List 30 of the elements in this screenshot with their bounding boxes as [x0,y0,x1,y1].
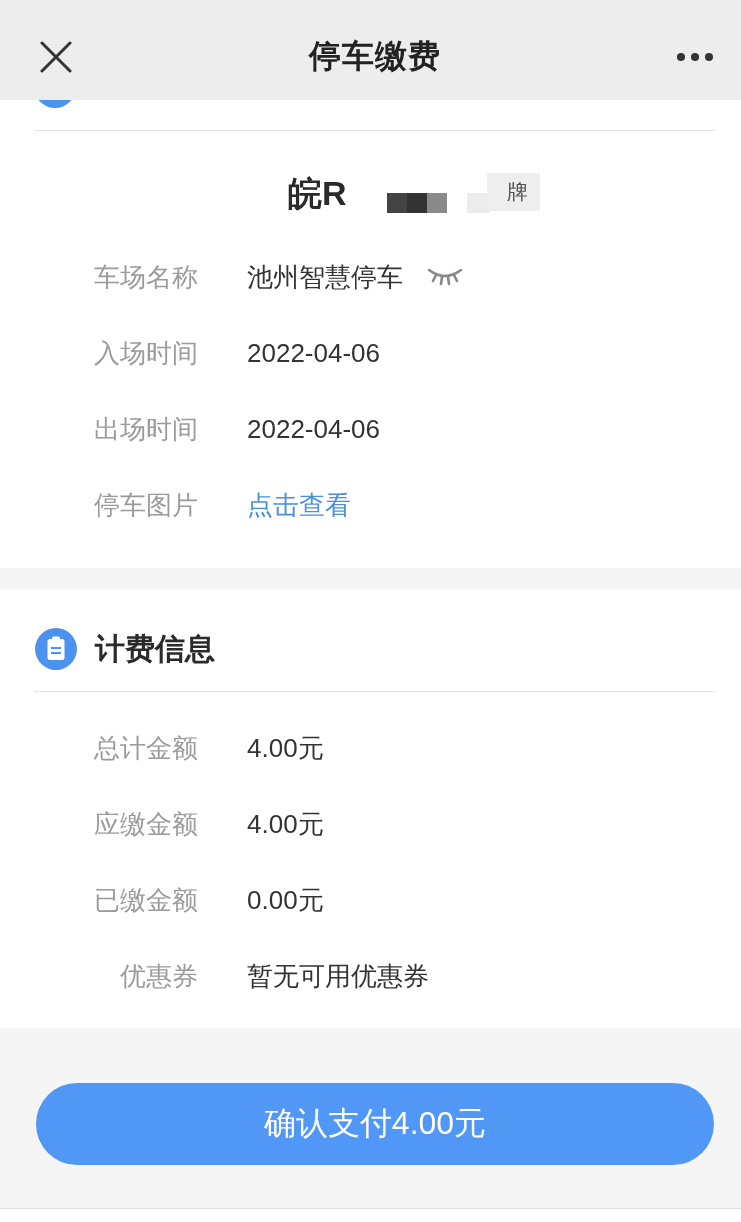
field-value: 2022-04-06 [247,413,380,445]
field-label: 已缴金额 [93,883,198,917]
clipboard-icon [35,628,77,670]
redaction-block [426,193,447,213]
field-value: 0.00元 [247,883,324,917]
close-icon [40,41,72,73]
field-label: 入场时间 [93,336,198,370]
field-value: 暂无可用优惠券 [247,959,429,993]
close-button[interactable] [40,41,72,73]
field-label: 停车图片 [93,488,198,522]
plate-type-tag: 牌 [486,173,540,211]
eye-closed-icon[interactable] [427,267,463,287]
section-title: 计费信息 [95,631,215,667]
plate-number: 皖R [288,173,347,214]
field-value: 2022-04-06 [247,337,380,369]
more-icon [677,53,713,61]
field-label: 应缴金额 [93,807,198,841]
field-value: 池州智慧停车 [247,260,403,294]
pay-button[interactable]: 确认支付4.00元 [36,1083,714,1165]
page-title: 停车缴费 [308,37,441,76]
field-value: 4.00元 [247,807,324,841]
redaction-block [386,193,407,213]
field-label: 车场名称 [93,260,198,294]
field-label: 总计金额 [93,731,198,765]
redaction-block [406,193,427,213]
field-value: 4.00元 [247,731,324,765]
more-button[interactable] [677,53,713,61]
field-label: 出场时间 [93,412,198,446]
field-label: 优惠券 [119,959,198,993]
view-link[interactable]: 点击查看 [247,487,351,523]
